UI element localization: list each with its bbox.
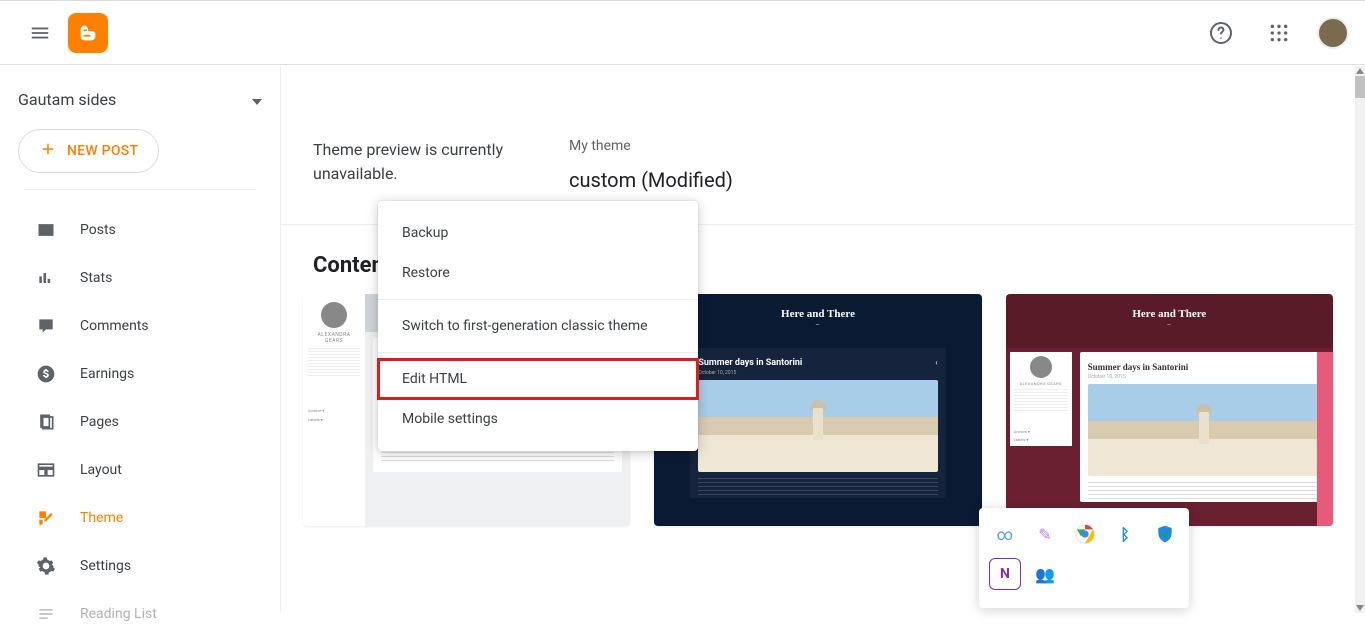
app-bluetooth[interactable]: ᛒ bbox=[1109, 518, 1141, 550]
my-theme-label: My theme bbox=[569, 138, 733, 154]
app-feather[interactable]: ✎ bbox=[1029, 518, 1061, 550]
menu-restore[interactable]: Restore bbox=[378, 253, 698, 293]
scroll-thumb[interactable] bbox=[1355, 76, 1365, 98]
card-blog-subtitle: — bbox=[654, 322, 981, 328]
app-defender[interactable] bbox=[1149, 518, 1181, 550]
theme-name: custom (Modified) bbox=[569, 168, 733, 192]
theme-card-rose[interactable]: Here and There — ALEXANDRA GEARS Archive… bbox=[1006, 294, 1333, 526]
card-post-title-2: Summer days in Santorini bbox=[1088, 362, 1321, 372]
card-author-2: ALEXANDRA GEARS bbox=[1014, 381, 1068, 386]
app-teams[interactable]: 👥 bbox=[1029, 558, 1061, 590]
sidebar-item-theme[interactable]: Theme bbox=[0, 494, 280, 542]
os-tray-popup: ∞ ✎ ᛒ N 👥 bbox=[979, 508, 1189, 608]
stats-icon bbox=[34, 268, 58, 288]
apps-grid-icon[interactable] bbox=[1259, 13, 1299, 53]
header-right bbox=[1201, 13, 1349, 53]
menu-mobile-settings[interactable]: Mobile settings bbox=[378, 399, 698, 439]
new-post-button[interactable]: NEW POST bbox=[18, 129, 159, 173]
reading-list-icon bbox=[34, 604, 58, 624]
sidebar-item-layout[interactable]: Layout bbox=[0, 446, 280, 494]
earnings-icon bbox=[34, 364, 58, 384]
nav-label: Layout bbox=[80, 462, 122, 478]
current-theme-meta: My theme custom (Modified) bbox=[569, 138, 733, 192]
sidebar-item-earnings[interactable]: Earnings bbox=[0, 350, 280, 398]
blog-selector[interactable]: Gautam sides bbox=[0, 82, 280, 121]
app-chrome[interactable] bbox=[1069, 518, 1101, 550]
card-author: ALEXANDRA GEARS bbox=[308, 332, 360, 344]
comments-icon bbox=[34, 316, 58, 336]
posts-icon bbox=[34, 220, 58, 240]
sidebar-item-posts[interactable]: Posts bbox=[0, 206, 280, 254]
account-avatar[interactable] bbox=[1317, 17, 1349, 49]
menu-edit-html[interactable]: Edit HTML bbox=[378, 359, 698, 399]
sidebar-item-stats[interactable]: Stats bbox=[0, 254, 280, 302]
chevron-down-icon bbox=[252, 90, 262, 109]
plus-icon bbox=[39, 140, 57, 162]
menu-switch-classic[interactable]: Switch to first-generation classic theme bbox=[378, 306, 698, 346]
card-blog-title: Here and There bbox=[654, 308, 981, 320]
app-onenote[interactable]: N bbox=[989, 558, 1021, 590]
nav-label: Comments bbox=[80, 318, 149, 334]
theme-icon bbox=[34, 508, 58, 528]
card-blog-title-2: Here and There bbox=[1006, 308, 1333, 320]
sidebar-item-comments[interactable]: Comments bbox=[0, 302, 280, 350]
preview-unavailable-message: Theme preview is currently unavailable. bbox=[313, 138, 533, 186]
nav-label: Settings bbox=[80, 558, 131, 574]
sidebar-nav: Posts Stats Comments Earnings Pages Layo… bbox=[0, 190, 280, 638]
card-post-title: Summer days in Santorini bbox=[698, 358, 802, 368]
sidebar-item-pages[interactable]: Pages bbox=[0, 398, 280, 446]
new-post-label: NEW POST bbox=[67, 143, 138, 159]
sidebar-item-settings[interactable]: Settings bbox=[0, 542, 280, 590]
nav-label: Theme bbox=[80, 510, 123, 526]
vertical-scrollbar[interactable] bbox=[1355, 66, 1365, 613]
nav-label: Posts bbox=[80, 222, 116, 238]
sidebar-item-reading-list[interactable]: Reading List bbox=[0, 590, 280, 638]
card-post-date: October 10, 2015 bbox=[698, 370, 937, 376]
app-vscode[interactable]: ∞ bbox=[989, 518, 1021, 550]
hamburger-icon[interactable] bbox=[16, 9, 64, 57]
card-post-date-2: October 10, 2015 bbox=[1088, 374, 1321, 380]
card-blog-subtitle-2: — bbox=[1006, 322, 1333, 328]
theme-actions-menu: Backup Restore Switch to first-generatio… bbox=[378, 201, 698, 451]
help-icon[interactable] bbox=[1201, 13, 1241, 53]
header bbox=[0, 1, 1365, 65]
scroll-up-icon[interactable] bbox=[1355, 66, 1365, 76]
nav-label: Pages bbox=[80, 414, 119, 430]
theme-card-dark[interactable]: Archive ▾Labels ▾ Here and There — Summe… bbox=[654, 294, 981, 526]
nav-label: Stats bbox=[80, 270, 112, 286]
nav-label: Reading List bbox=[80, 606, 157, 622]
pages-icon bbox=[34, 412, 58, 432]
blogger-logo[interactable] bbox=[68, 13, 108, 53]
layout-icon bbox=[34, 460, 58, 480]
sidebar: Gautam sides NEW POST Posts Stats Commen… bbox=[0, 66, 280, 613]
menu-backup[interactable]: Backup bbox=[378, 213, 698, 253]
gear-icon bbox=[34, 556, 58, 576]
nav-label: Earnings bbox=[80, 366, 134, 382]
blog-name: Gautam sides bbox=[18, 90, 116, 109]
